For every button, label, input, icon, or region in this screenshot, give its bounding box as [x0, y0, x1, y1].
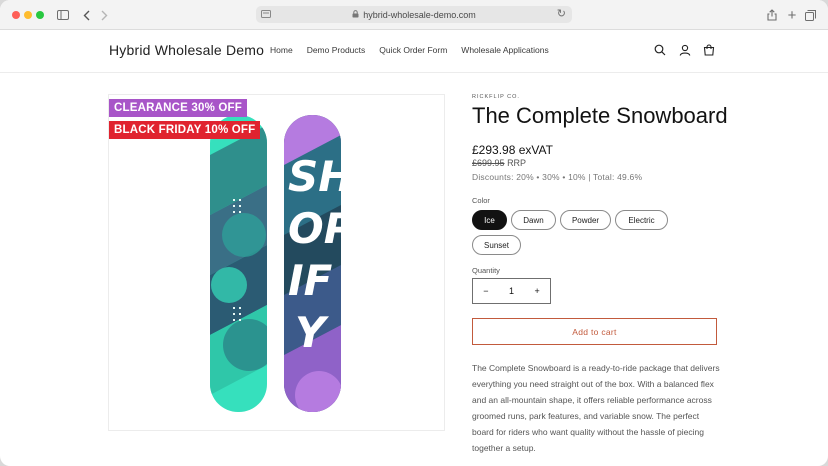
- quantity-increase-button[interactable]: +: [524, 286, 550, 296]
- site-header: Hybrid Wholesale Demo Home Demo Products…: [0, 30, 828, 73]
- minimize-window-button[interactable]: [24, 11, 32, 19]
- snowboard-back: SH OP IF Y: [284, 115, 355, 412]
- clearance-badge: CLEARANCE 30% OFF: [109, 99, 247, 117]
- rrp-label: RRP: [507, 158, 527, 168]
- product-price: £293.98 exVAT: [472, 143, 553, 157]
- new-tab-icon[interactable]: +: [785, 6, 799, 24]
- product-description: The Complete Snowboard is a ready-to-rid…: [472, 363, 720, 453]
- color-option-ice[interactable]: Ice: [472, 210, 507, 230]
- product-title: The Complete Snowboard: [472, 103, 728, 128]
- svg-text:OP: OP: [288, 204, 355, 253]
- svg-text:Y: Y: [295, 308, 329, 357]
- search-icon[interactable]: [652, 42, 668, 58]
- share-icon[interactable]: [765, 6, 779, 24]
- zoom-window-button[interactable]: [36, 11, 44, 19]
- reload-icon[interactable]: ↻: [557, 7, 566, 20]
- color-option-dawn[interactable]: Dawn: [511, 210, 556, 230]
- forward-icon[interactable]: [98, 6, 110, 24]
- account-icon[interactable]: [677, 42, 693, 58]
- quantity-stepper: − 1 +: [472, 278, 551, 304]
- product-vendor: RICKFLIP CO.: [472, 94, 520, 100]
- site-logo[interactable]: Hybrid Wholesale Demo: [109, 42, 264, 58]
- svg-text:SH: SH: [288, 152, 353, 201]
- browser-window: hybrid-wholesale-demo.com ↻ + Hybrid Who…: [0, 0, 828, 466]
- snowboard-image: SH OP IF Y: [210, 115, 355, 412]
- cart-icon[interactable]: [701, 42, 717, 58]
- lock-icon: [352, 9, 359, 20]
- rrp-price: £699.95: [472, 158, 505, 168]
- quantity-label: Quantity: [472, 266, 500, 275]
- close-window-button[interactable]: [12, 11, 20, 19]
- browser-toolbar: hybrid-wholesale-demo.com ↻ +: [0, 0, 828, 30]
- main-nav: Home Demo Products Quick Order Form Whol…: [270, 45, 563, 55]
- snowboard-front: [210, 115, 267, 412]
- quantity-input[interactable]: 1: [499, 286, 525, 296]
- nav-item-demo-products[interactable]: Demo Products: [307, 45, 366, 55]
- product-image[interactable]: SH OP IF Y CLEARANCE 30% OFF BLACK FRIDA…: [108, 94, 445, 431]
- add-to-cart-button[interactable]: Add to cart: [472, 318, 717, 345]
- nav-item-home[interactable]: Home: [270, 45, 293, 55]
- svg-text:IF: IF: [288, 256, 333, 305]
- color-label: Color: [472, 196, 490, 205]
- back-icon[interactable]: [80, 6, 92, 24]
- discount-summary: Discounts: 20% • 30% • 10% | Total: 49.6…: [472, 172, 643, 182]
- nav-item-quick-order-form[interactable]: Quick Order Form: [379, 45, 447, 55]
- sidebar-toggle-icon[interactable]: [56, 6, 70, 24]
- address-bar[interactable]: hybrid-wholesale-demo.com ↻: [256, 6, 572, 23]
- url-text: hybrid-wholesale-demo.com: [363, 9, 476, 20]
- tabs-overview-icon[interactable]: [803, 6, 817, 24]
- color-option-electric[interactable]: Electric: [615, 210, 668, 230]
- color-option-sunset[interactable]: Sunset: [472, 235, 521, 255]
- quantity-decrease-button[interactable]: −: [473, 286, 499, 296]
- black-friday-badge: BLACK FRIDAY 10% OFF: [109, 121, 261, 139]
- page-menu-icon[interactable]: [260, 8, 272, 20]
- color-option-powder[interactable]: Powder: [560, 210, 611, 230]
- nav-item-wholesale-applications[interactable]: Wholesale Applications: [461, 45, 548, 55]
- product-rrp: £699.95 RRP: [472, 158, 526, 168]
- scrollbar[interactable]: [822, 30, 828, 466]
